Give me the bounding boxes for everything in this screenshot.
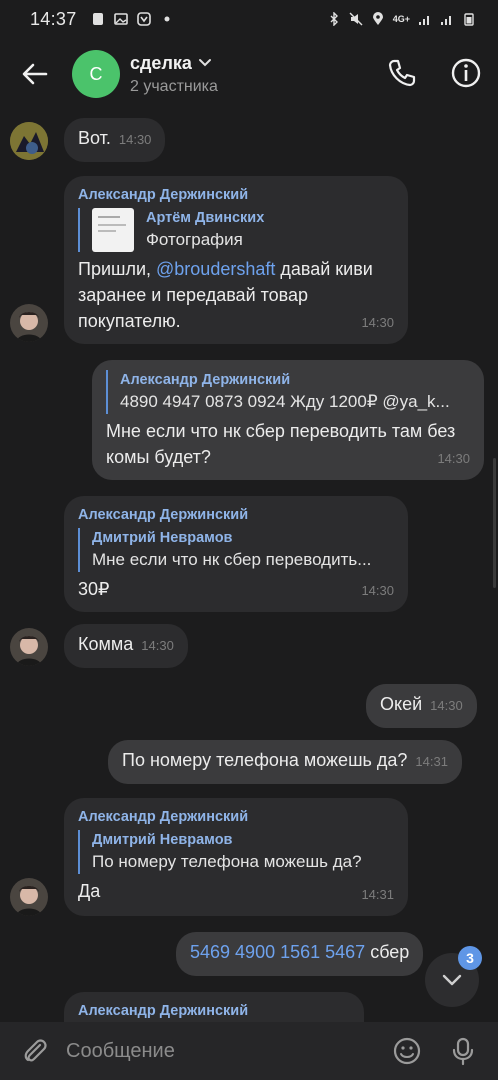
message-time: 14:30 — [118, 132, 152, 147]
message-bubble[interactable]: Александр Держинский Дмитрий Неврамов По… — [64, 798, 408, 916]
phone-icon[interactable] — [385, 56, 419, 90]
reply-author: Дмитрий Неврамов — [92, 832, 233, 848]
chat-header: С сделка 2 участника — [0, 38, 498, 110]
signal-2-icon — [441, 16, 451, 25]
message-input[interactable]: Сообщение — [66, 1040, 175, 1063]
message-text: По номеру телефона можешь да? — [122, 750, 408, 770]
scrollbar[interactable] — [493, 458, 496, 588]
avatar[interactable] — [10, 304, 48, 342]
chat-subtitle: 2 участника — [130, 77, 218, 95]
reply-author: Александр Держинский — [120, 372, 291, 388]
reply-text: Фотография — [146, 230, 243, 249]
message-text: Вот. — [78, 128, 111, 148]
status-time: 14:37 — [30, 8, 77, 29]
emoji-icon[interactable] — [392, 1036, 422, 1066]
message-text: Комма — [78, 634, 134, 654]
unread-badge: 3 — [458, 946, 482, 970]
message-time: 14:30 — [141, 638, 174, 653]
reply-preview[interactable]: Артём Двинских Фотография — [78, 208, 394, 252]
network-type: 4G+ — [392, 14, 410, 24]
vk-notification-icon — [136, 12, 151, 26]
card-number-link[interactable]: 5469 4900 1561 5467 — [190, 942, 365, 962]
avatar[interactable] — [10, 878, 48, 916]
message-bubble-outgoing[interactable]: 5469 4900 1561 5467 сбер — [176, 932, 424, 976]
message-bubble[interactable]: Александр Держинский — [64, 992, 364, 1022]
message-bubble[interactable]: Александр Держинский Артём Двинских Фото… — [64, 176, 408, 344]
reply-preview[interactable]: Дмитрий Неврамов Мне если что нк сбер пе… — [78, 528, 394, 572]
message-time: 14:30 — [430, 698, 463, 713]
chevron-down-icon — [442, 974, 462, 986]
message-author[interactable]: Александр Держинский — [78, 186, 394, 204]
reply-text: Мне если что нк сбер переводить... — [92, 550, 372, 569]
chat-title: сделка — [130, 52, 192, 73]
chevron-down-icon — [198, 59, 211, 67]
dot-icon — [164, 16, 170, 22]
avatar[interactable] — [10, 628, 48, 666]
chat-title-block[interactable]: сделка 2 участника — [130, 53, 218, 96]
message-bubble-outgoing[interactable]: По номеру телефона можешь да? 14:31 — [108, 740, 462, 784]
message-bubble-outgoing[interactable]: Александр Держинский 4890 4947 0873 0924… — [92, 360, 484, 480]
message-author[interactable]: Александр Держинский — [78, 1002, 350, 1020]
reply-author: Артём Двинских — [146, 210, 265, 226]
message-text: Мне если что нк сбер переводить там без … — [106, 421, 456, 467]
reply-text: 4890 4947 0873 0924 Жду 1200₽ @ya_k... — [120, 392, 450, 411]
message-time: 14:31 — [415, 754, 448, 769]
message-text: Окей — [380, 694, 423, 714]
attach-icon[interactable] — [20, 1036, 50, 1066]
bluetooth-icon — [330, 12, 338, 26]
info-icon[interactable] — [449, 56, 483, 90]
message-time: 14:31 — [361, 887, 394, 902]
location-icon — [372, 12, 383, 25]
message-text: 5469 4900 1561 5467 сбер — [190, 942, 410, 962]
message-time: 14:30 — [437, 451, 470, 466]
message-bubble[interactable]: Вот. 14:30 — [64, 118, 166, 162]
reply-preview[interactable]: Александр Держинский 4890 4947 0873 0924… — [106, 370, 470, 414]
message-author[interactable]: Александр Держинский — [78, 506, 394, 524]
avatar[interactable] — [10, 122, 48, 160]
signal-icon — [419, 16, 429, 25]
message-time: 14:30 — [361, 583, 394, 598]
message-author[interactable]: Александр Держинский — [78, 808, 394, 826]
message-bubble[interactable]: Комма 14:30 — [64, 624, 188, 668]
message-bubble-outgoing[interactable]: Окей 14:30 — [366, 684, 477, 728]
message-text: 30₽ — [78, 579, 110, 599]
message-list[interactable]: Вот. 14:30 Александр Держинский Артём Дви… — [0, 110, 498, 1022]
sim-icon — [92, 13, 103, 25]
message-text: Пришли, @broudershaft давай киви заранее… — [78, 259, 373, 331]
reply-text: По номеру телефона можешь да? — [92, 852, 362, 871]
gallery-icon — [113, 13, 128, 25]
message-bubble[interactable]: Александр Держинский Дмитрий Неврамов Мн… — [64, 496, 408, 612]
mute-icon — [349, 12, 363, 26]
photo-thumbnail[interactable] — [92, 208, 134, 252]
reply-author: Дмитрий Неврамов — [92, 530, 233, 546]
mention-link[interactable]: @broudershaft — [156, 259, 275, 279]
status-bar: 14:37 4G+ — [0, 0, 498, 38]
message-input-bar: Сообщение — [0, 1022, 498, 1080]
microphone-icon[interactable] — [448, 1036, 478, 1066]
battery-icon — [464, 13, 474, 26]
chat-avatar[interactable]: С — [72, 50, 120, 98]
back-arrow-icon[interactable] — [20, 59, 50, 89]
message-time: 14:30 — [361, 315, 394, 330]
reply-preview[interactable]: Дмитрий Неврамов По номеру телефона може… — [78, 830, 394, 874]
message-text: Да — [78, 881, 101, 901]
chat-avatar-letter: С — [89, 63, 103, 84]
